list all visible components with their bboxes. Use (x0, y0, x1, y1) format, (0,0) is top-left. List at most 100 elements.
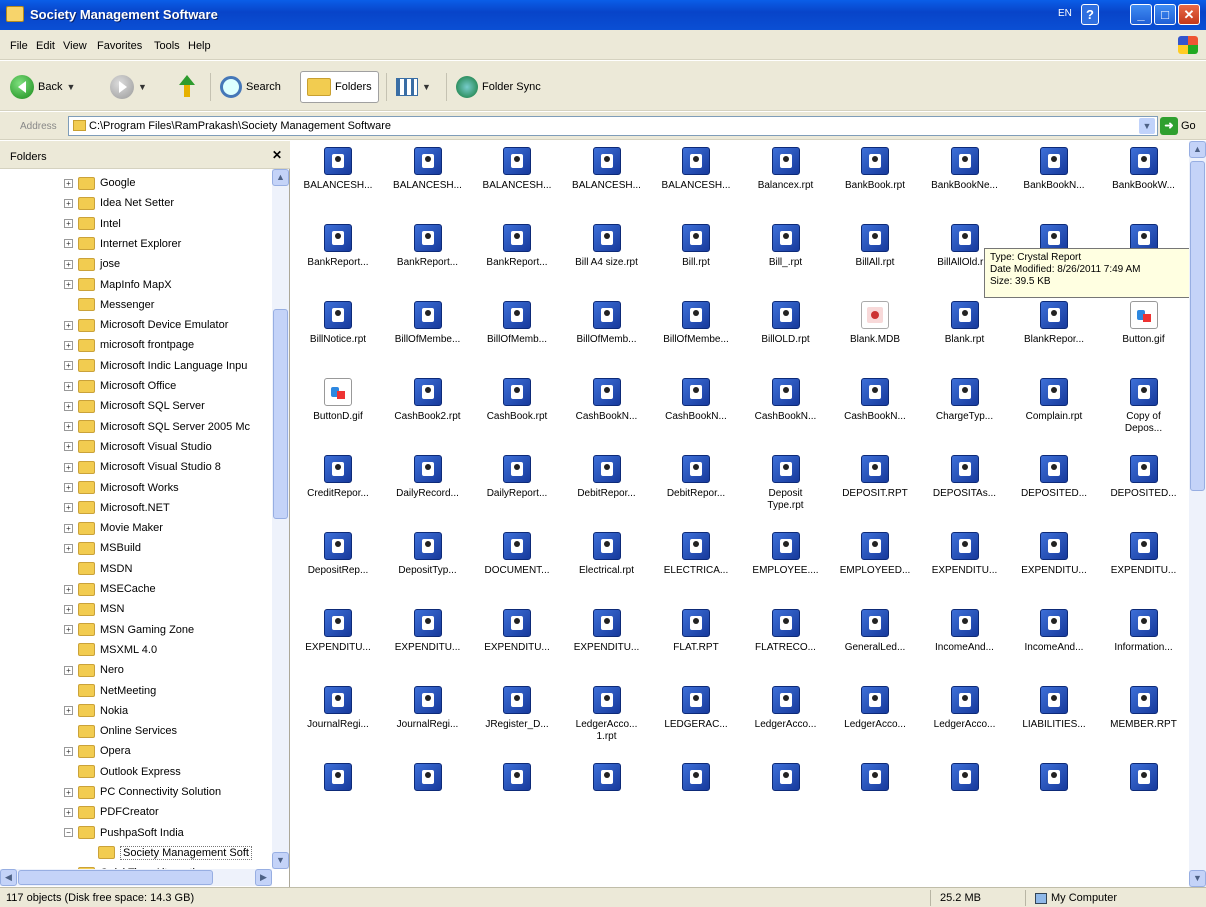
file-item[interactable]: CashBookN... (830, 374, 920, 458)
expand-icon[interactable]: + (64, 259, 73, 269)
file-item[interactable]: LedgerAcco... (741, 682, 831, 766)
expand-icon[interactable]: + (64, 543, 73, 553)
file-item[interactable]: LEDGERAC... (651, 682, 741, 766)
maximize-button[interactable]: □ (1154, 4, 1176, 25)
tree-item[interactable]: + MSECache (64, 579, 156, 599)
search-button[interactable]: Search (220, 71, 281, 103)
tree-item[interactable]: + PC Connectivity Solution (64, 782, 221, 802)
menu-favorites[interactable]: Favorites (97, 40, 142, 52)
expand-icon[interactable]: + (64, 320, 73, 330)
file-item[interactable]: JRegister_D... (472, 682, 562, 766)
file-item[interactable]: DEPOSITAs... (920, 451, 1010, 535)
folders-horizontal-scrollbar[interactable]: ◀ ▶ (0, 869, 272, 886)
expand-icon[interactable]: + (64, 361, 73, 371)
file-item[interactable]: BillNotice.rpt (293, 297, 383, 381)
tree-item[interactable]: + Microsoft Device Emulator (64, 315, 228, 335)
file-item[interactable]: BALANCESH... (651, 143, 741, 227)
tree-item[interactable]: + jose (64, 254, 120, 274)
content-vertical-scrollbar[interactable]: ▲ ▼ (1189, 141, 1206, 887)
file-item[interactable] (830, 759, 920, 843)
file-item[interactable]: CashBook2.rpt (383, 374, 473, 458)
file-item[interactable]: DailyRecord... (383, 451, 473, 535)
tree-item[interactable]: + Intel (64, 214, 121, 234)
file-item[interactable]: LedgerAcco... (830, 682, 920, 766)
tree-item[interactable]: + Nokia (64, 701, 128, 721)
file-item[interactable] (293, 759, 383, 843)
file-item[interactable] (920, 759, 1010, 843)
go-button[interactable]: ➜ Go (1160, 117, 1196, 135)
file-item[interactable]: CashBookN... (651, 374, 741, 458)
tree-item[interactable]: Society Management Soft (98, 843, 252, 863)
scroll-down-button[interactable]: ▼ (1189, 870, 1206, 887)
file-item[interactable]: Deposit Type.rpt (741, 451, 831, 535)
expand-icon[interactable]: + (64, 340, 73, 350)
collapse-icon[interactable]: − (64, 828, 73, 838)
file-item[interactable]: EXPENDITU... (562, 605, 652, 689)
file-item[interactable] (1099, 759, 1189, 843)
expand-icon[interactable]: + (64, 483, 73, 492)
file-item[interactable]: LedgerAcco... 1.rpt (562, 682, 652, 766)
minimize-button[interactable]: _ (1130, 4, 1152, 25)
file-item[interactable]: BALANCESH... (293, 143, 383, 227)
file-item[interactable]: Electrical.rpt (562, 528, 652, 612)
expand-icon[interactable]: + (64, 625, 73, 635)
tree-item[interactable]: + Microsoft Visual Studio 8 (64, 457, 221, 477)
file-item[interactable]: BillOfMembe... (383, 297, 473, 381)
expand-icon[interactable]: + (64, 198, 73, 208)
file-item[interactable]: EXPENDITU... (1099, 528, 1189, 612)
folders-vertical-scrollbar[interactable]: ▲ ▼ (272, 169, 289, 869)
file-item[interactable]: Button.gif (1099, 297, 1189, 381)
language-indicator[interactable]: EN (1058, 8, 1072, 19)
tree-item[interactable]: + Google (64, 173, 135, 193)
tree-item[interactable]: + MSN Gaming Zone (64, 620, 194, 640)
folder-sync-button[interactable]: Folder Sync (456, 71, 541, 103)
file-item[interactable]: Blank.MDB (830, 297, 920, 381)
close-icon[interactable]: ✕ (272, 148, 282, 162)
file-item[interactable]: Complain.rpt (1009, 374, 1099, 458)
menu-help[interactable]: Help (188, 40, 211, 52)
folders-button[interactable]: Folders (300, 71, 379, 103)
tree-item[interactable]: + Microsoft Indic Language Inpu (64, 356, 247, 376)
tree-item[interactable]: + Opera (64, 741, 131, 761)
file-item[interactable]: MEMBER.RPT (1099, 682, 1189, 766)
title-bar[interactable]: Society Management Software EN ? _ □ ✕ (0, 0, 1206, 30)
file-item[interactable]: Bill.rpt (651, 220, 741, 304)
file-item[interactable]: BankBookNe... (920, 143, 1010, 227)
file-item[interactable]: JournalRegi... (383, 682, 473, 766)
address-input[interactable]: C:\Program Files\RamPrakash\Society Mana… (68, 116, 1158, 136)
expand-icon[interactable]: + (64, 584, 73, 594)
file-item[interactable] (383, 759, 473, 843)
scroll-thumb[interactable] (273, 309, 288, 519)
forward-button[interactable]: ▼ (110, 71, 147, 103)
file-item[interactable]: DEPOSIT.RPT (830, 451, 920, 535)
file-item[interactable]: CreditRepor... (293, 451, 383, 535)
tree-item[interactable]: + Microsoft.NET (64, 498, 170, 518)
file-item[interactable]: BALANCESH... (472, 143, 562, 227)
scroll-up-button[interactable]: ▲ (272, 169, 289, 186)
file-item[interactable]: DebitRepor... (562, 451, 652, 535)
file-item[interactable]: Blank.rpt (920, 297, 1010, 381)
file-item[interactable]: DebitRepor... (651, 451, 741, 535)
file-item[interactable]: IncomeAnd... (920, 605, 1010, 689)
scroll-thumb[interactable] (1190, 161, 1205, 491)
file-item[interactable]: DEPOSITED... (1009, 451, 1099, 535)
expand-icon[interactable]: + (64, 422, 73, 432)
expand-icon[interactable]: + (64, 462, 73, 472)
file-item[interactable] (651, 759, 741, 843)
chevron-down-icon[interactable]: ▼ (422, 82, 431, 92)
file-item[interactable]: EXPENDITU... (383, 605, 473, 689)
expand-icon[interactable]: + (64, 787, 73, 797)
tree-item[interactable]: MSXML 4.0 (64, 640, 157, 660)
file-item[interactable]: EMPLOYEED... (830, 528, 920, 612)
file-item[interactable]: BlankRepor... (1009, 297, 1099, 381)
expand-icon[interactable]: + (64, 401, 73, 411)
file-item[interactable]: FLATRECO... (741, 605, 831, 689)
back-button[interactable]: Back ▼ (10, 71, 75, 103)
tree-item[interactable]: + PDFCreator (64, 802, 159, 822)
file-item[interactable]: BankBookN... (1009, 143, 1099, 227)
file-item[interactable] (1009, 759, 1099, 843)
tree-item[interactable]: + MSBuild (64, 538, 141, 558)
chevron-down-icon[interactable]: ▼ (138, 82, 147, 92)
file-item[interactable]: LIABILITIES... (1009, 682, 1099, 766)
file-item[interactable]: BillAll.rpt (830, 220, 920, 304)
